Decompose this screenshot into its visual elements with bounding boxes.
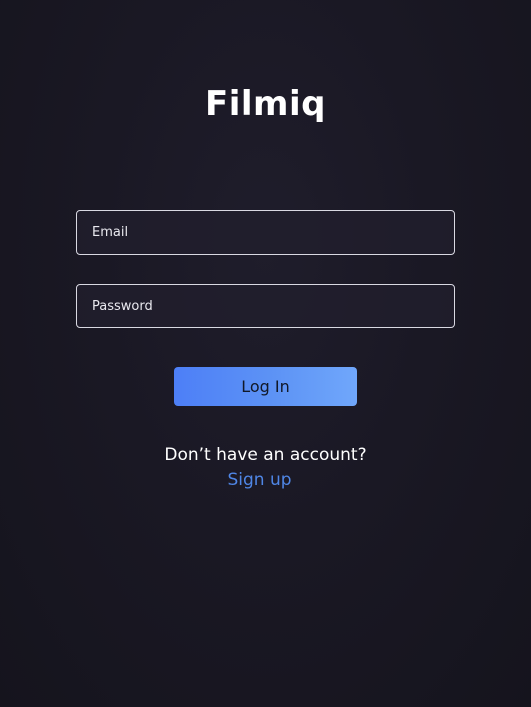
- login-button[interactable]: Log In: [174, 367, 357, 406]
- password-field-container: [76, 284, 455, 328]
- signup-link[interactable]: Sign up: [0, 470, 519, 490]
- login-page: Filmiq Log In Don’t have an account? Sig…: [0, 0, 531, 707]
- email-field-container: [76, 210, 455, 255]
- signup-prompt: Don’t have an account?: [164, 445, 367, 465]
- password-field[interactable]: [77, 285, 454, 327]
- filmiq-logo: Filmiq: [205, 84, 326, 124]
- email-field[interactable]: [77, 211, 454, 254]
